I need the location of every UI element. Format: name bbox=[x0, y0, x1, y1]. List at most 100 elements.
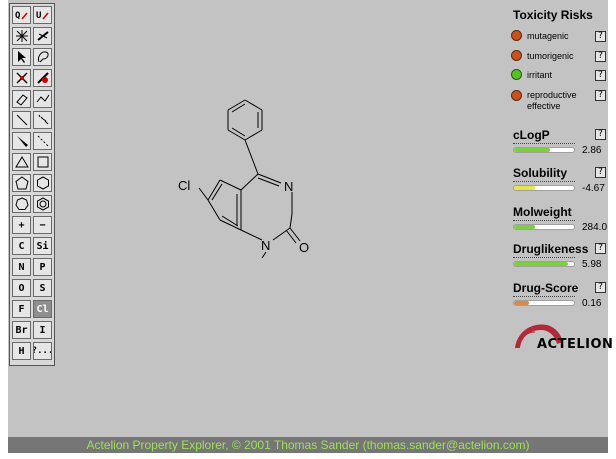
dashed-bond-button[interactable] bbox=[33, 132, 52, 150]
atom-s-button[interactable]: S bbox=[33, 279, 52, 297]
atom-c-button[interactable]: C bbox=[12, 237, 31, 255]
starburst-icon bbox=[15, 30, 28, 42]
square-icon bbox=[37, 156, 48, 168]
atom-si-button[interactable]: Si bbox=[33, 237, 52, 255]
undo-icon: Q bbox=[15, 11, 28, 21]
atom-h-button[interactable]: H bbox=[12, 342, 31, 360]
lasso-button[interactable] bbox=[33, 48, 52, 66]
ring4-button[interactable] bbox=[33, 153, 52, 171]
property-title: Drug-Score bbox=[513, 281, 579, 295]
chain-button[interactable] bbox=[33, 90, 52, 108]
property-value: 2.86 bbox=[582, 145, 602, 156]
property-meter bbox=[513, 261, 575, 267]
charge-minus-button[interactable]: − bbox=[33, 216, 52, 234]
atom-n1-label: N bbox=[261, 238, 270, 253]
logo-text: ACTELION bbox=[537, 337, 614, 352]
property-title: Molweight bbox=[513, 205, 572, 219]
property-meter bbox=[513, 224, 575, 230]
clean-structure-button[interactable] bbox=[12, 27, 31, 45]
property-meter-fill bbox=[514, 225, 535, 229]
atom-i-button[interactable]: I bbox=[33, 321, 52, 339]
property-meter-fill bbox=[514, 301, 529, 305]
hexagon-icon bbox=[36, 176, 49, 190]
reproductive-indicator-icon bbox=[511, 90, 522, 101]
delete-all-button[interactable] bbox=[33, 69, 52, 87]
atom-label: N bbox=[18, 261, 25, 273]
irritant-help-button[interactable]: ? bbox=[595, 70, 606, 81]
tumorigenic-help-button[interactable]: ? bbox=[595, 51, 606, 62]
property-meter-fill bbox=[514, 262, 568, 266]
property-title: Solubility bbox=[513, 166, 567, 180]
drawing-toolbar: Q U + − C Si N P O S F Cl Br I H .. bbox=[9, 3, 55, 366]
hash-bond-icon bbox=[38, 114, 48, 125]
property-help-button[interactable]: ? bbox=[595, 282, 606, 293]
single-bond-button[interactable] bbox=[12, 111, 31, 129]
dashed-bond-icon bbox=[37, 135, 48, 147]
toxicity-header: Toxicity Risks bbox=[513, 8, 593, 22]
tumorigenic-label: tumorigenic bbox=[527, 51, 574, 61]
atom-label: S bbox=[39, 282, 46, 294]
charge-plus-button[interactable]: + bbox=[12, 216, 31, 234]
property-help-button[interactable]: ? bbox=[595, 129, 606, 140]
svg-text:U: U bbox=[36, 11, 41, 21]
ring6-button[interactable] bbox=[33, 174, 52, 192]
wedge-bond-button[interactable] bbox=[12, 132, 31, 150]
property-value: 284.0 bbox=[582, 222, 608, 233]
status-bar: Actelion Property Explorer, © 2001 Thoma… bbox=[8, 437, 608, 453]
lasso-icon bbox=[37, 51, 49, 63]
property-meter-fill bbox=[514, 148, 550, 152]
property-value: 5.98 bbox=[582, 259, 602, 270]
zoom-icon bbox=[36, 31, 49, 41]
hash-bond-button[interactable] bbox=[33, 111, 52, 129]
atom-label: P bbox=[39, 261, 46, 273]
atom-p-button[interactable]: P bbox=[33, 258, 52, 276]
atom-label: Cl bbox=[36, 303, 49, 315]
atom-label: Br bbox=[15, 324, 28, 336]
mutagenic-label: mutagenic bbox=[527, 31, 569, 41]
delete-button[interactable] bbox=[12, 69, 31, 87]
single-bond-icon bbox=[16, 114, 27, 126]
wedge-bond-icon bbox=[16, 136, 28, 147]
mutagenic-help-button[interactable]: ? bbox=[595, 31, 606, 42]
minus-label: − bbox=[39, 219, 46, 231]
property-title: cLogP bbox=[513, 128, 550, 142]
ring5-button[interactable] bbox=[12, 174, 31, 192]
ring7-button[interactable] bbox=[12, 195, 31, 213]
arrow-cursor-icon bbox=[17, 51, 26, 63]
property-meter-fill bbox=[514, 186, 535, 190]
irritant-label: irritant bbox=[527, 70, 553, 80]
molecule-structure[interactable]: Cl N N O bbox=[170, 88, 330, 268]
property-help-button[interactable]: ? bbox=[595, 243, 606, 254]
plus-label: + bbox=[18, 219, 25, 231]
ring3-button[interactable] bbox=[12, 153, 31, 171]
atom-label: C bbox=[18, 240, 25, 252]
select-button[interactable] bbox=[12, 48, 31, 66]
benzene-button[interactable] bbox=[33, 195, 52, 213]
property-help-button[interactable]: ? bbox=[595, 167, 606, 178]
property-value: 0.16 bbox=[582, 298, 602, 309]
eraser-button[interactable] bbox=[12, 90, 31, 108]
pentagon-icon bbox=[14, 176, 29, 190]
atom-br-button[interactable]: Br bbox=[12, 321, 31, 339]
svg-text:Q: Q bbox=[15, 11, 21, 21]
atom-f-button[interactable]: F bbox=[12, 300, 31, 318]
atom-cl-button[interactable]: Cl bbox=[33, 300, 52, 318]
irritant-indicator-icon bbox=[511, 69, 522, 80]
zoom-button[interactable] bbox=[33, 27, 52, 45]
atom-o-button[interactable]: O bbox=[12, 279, 31, 297]
scissors-icon bbox=[15, 72, 28, 84]
atom-other-button[interactable]: ?... bbox=[33, 342, 52, 360]
clear-icon: U bbox=[36, 11, 49, 21]
atom-n4-label: N bbox=[284, 179, 293, 194]
eraser-icon bbox=[15, 94, 28, 106]
atom-label: O bbox=[18, 282, 25, 294]
undo-button[interactable]: Q bbox=[12, 6, 31, 24]
clear-button[interactable]: U bbox=[33, 6, 52, 24]
app-window: Q U + − C Si N P O S F Cl Br I H .. Cl N… bbox=[0, 0, 616, 459]
atom-n-button[interactable]: N bbox=[12, 258, 31, 276]
atom-label: F bbox=[18, 303, 25, 315]
mutagenic-indicator-icon bbox=[511, 30, 522, 41]
effective-label: effective bbox=[527, 101, 561, 111]
reproductive-help-button[interactable]: ? bbox=[595, 90, 606, 101]
heptagon-icon bbox=[14, 197, 29, 210]
